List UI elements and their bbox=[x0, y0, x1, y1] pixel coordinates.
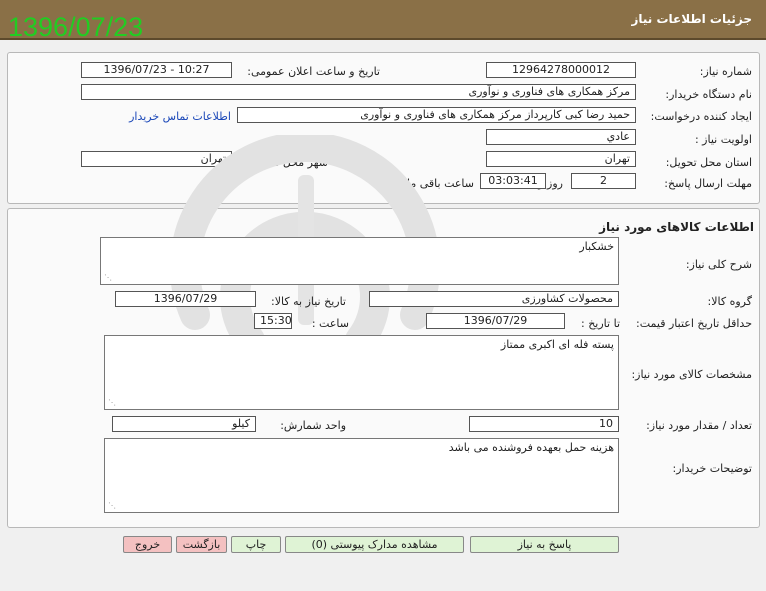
exit-button[interactable]: خروج bbox=[123, 536, 172, 553]
date-overlay: 1396/07/23 bbox=[8, 12, 144, 42]
deadline-label: مهلت ارسال پاسخ: bbox=[664, 177, 752, 190]
priority-label: اولویت نیاز : bbox=[694, 133, 752, 146]
announce-field: 1396/07/23 - 10:27 bbox=[81, 62, 232, 78]
general-desc-textarea: خشکبار ⋰ bbox=[100, 237, 619, 285]
priority-field: عادي bbox=[486, 129, 636, 145]
buyer-notes-text: هزینه حمل بعهده فروشنده می باشد bbox=[448, 441, 614, 454]
buyer-notes-label: توضیحات خریدار: bbox=[672, 462, 753, 475]
group-label: گروه کالا: bbox=[707, 295, 752, 308]
need-date-label: تاریخ نیاز به کالا: bbox=[271, 295, 346, 308]
time-left-field: 03:03:41 bbox=[480, 173, 546, 189]
back-button[interactable]: بازگشت bbox=[176, 536, 227, 553]
specs-text: پسته فله ای اکبری ممتاز bbox=[500, 338, 614, 351]
price-validity-time-field: 15:30 bbox=[254, 313, 292, 329]
reply-button[interactable]: پاسخ به نیاز bbox=[470, 536, 619, 553]
buyer-org-field: مرکز همکاری های فناوری و نوآوری bbox=[81, 84, 636, 100]
need-number-field: 12964278000012 bbox=[486, 62, 636, 78]
specs-label: مشخصات کالای مورد نیاز: bbox=[631, 368, 752, 381]
resize-grip-icon: ⋰ bbox=[104, 273, 112, 282]
buyer-notes-textarea: هزینه حمل بعهده فروشنده می باشد ⋰ bbox=[104, 438, 619, 513]
general-desc-label: شرح کلی نیاز: bbox=[685, 258, 752, 271]
time-label: ساعت : bbox=[311, 317, 349, 330]
specs-textarea: پسته فله ای اکبری ممتاز ⋰ bbox=[104, 335, 619, 410]
buyer-contact-link[interactable]: اطلاعات تماس خریدار bbox=[129, 110, 231, 123]
price-validity-date-field: 1396/07/29 bbox=[426, 313, 565, 329]
quantity-field: 10 bbox=[469, 416, 619, 432]
general-desc-text: خشکبار bbox=[579, 240, 614, 253]
print-button[interactable]: چاپ bbox=[231, 536, 281, 553]
quantity-label: تعداد / مقدار مورد نیاز: bbox=[646, 419, 752, 432]
unit-label: واحد شمارش: bbox=[280, 419, 346, 432]
resize-grip-icon: ⋰ bbox=[108, 398, 116, 407]
group-field: محصولات کشاورزی bbox=[369, 291, 619, 307]
page-title: جزئیات اطلاعات نیاز bbox=[631, 12, 752, 26]
need-date-field: 1396/07/29 bbox=[115, 291, 256, 307]
buyer-org-label: نام دستگاه خریدار: bbox=[665, 88, 752, 101]
view-attachments-button[interactable]: مشاهده مدارک پیوستی (0) bbox=[285, 536, 464, 553]
resize-grip-icon: ⋰ bbox=[108, 501, 116, 510]
until-date-label: تا تاریخ : bbox=[581, 317, 620, 330]
province-field: تهران bbox=[486, 151, 636, 167]
province-label: استان محل تحویل: bbox=[665, 156, 752, 169]
price-validity-label: حداقل تاریخ اعتبار قیمت: bbox=[636, 317, 752, 330]
need-number-label: شماره نیاز: bbox=[699, 65, 752, 78]
announce-label: تاریخ و ساعت اعلان عمومی: bbox=[247, 65, 380, 78]
days-field: 2 bbox=[571, 173, 636, 189]
goods-section-title: اطلاعات کالاهای مورد نیاز bbox=[599, 220, 754, 234]
requester-field: حمید رضا کبی کارپرداز مرکز همکاری های فن… bbox=[237, 107, 636, 123]
unit-field: کیلو bbox=[112, 416, 256, 432]
requester-label: ایجاد کننده درخواست: bbox=[650, 110, 752, 123]
